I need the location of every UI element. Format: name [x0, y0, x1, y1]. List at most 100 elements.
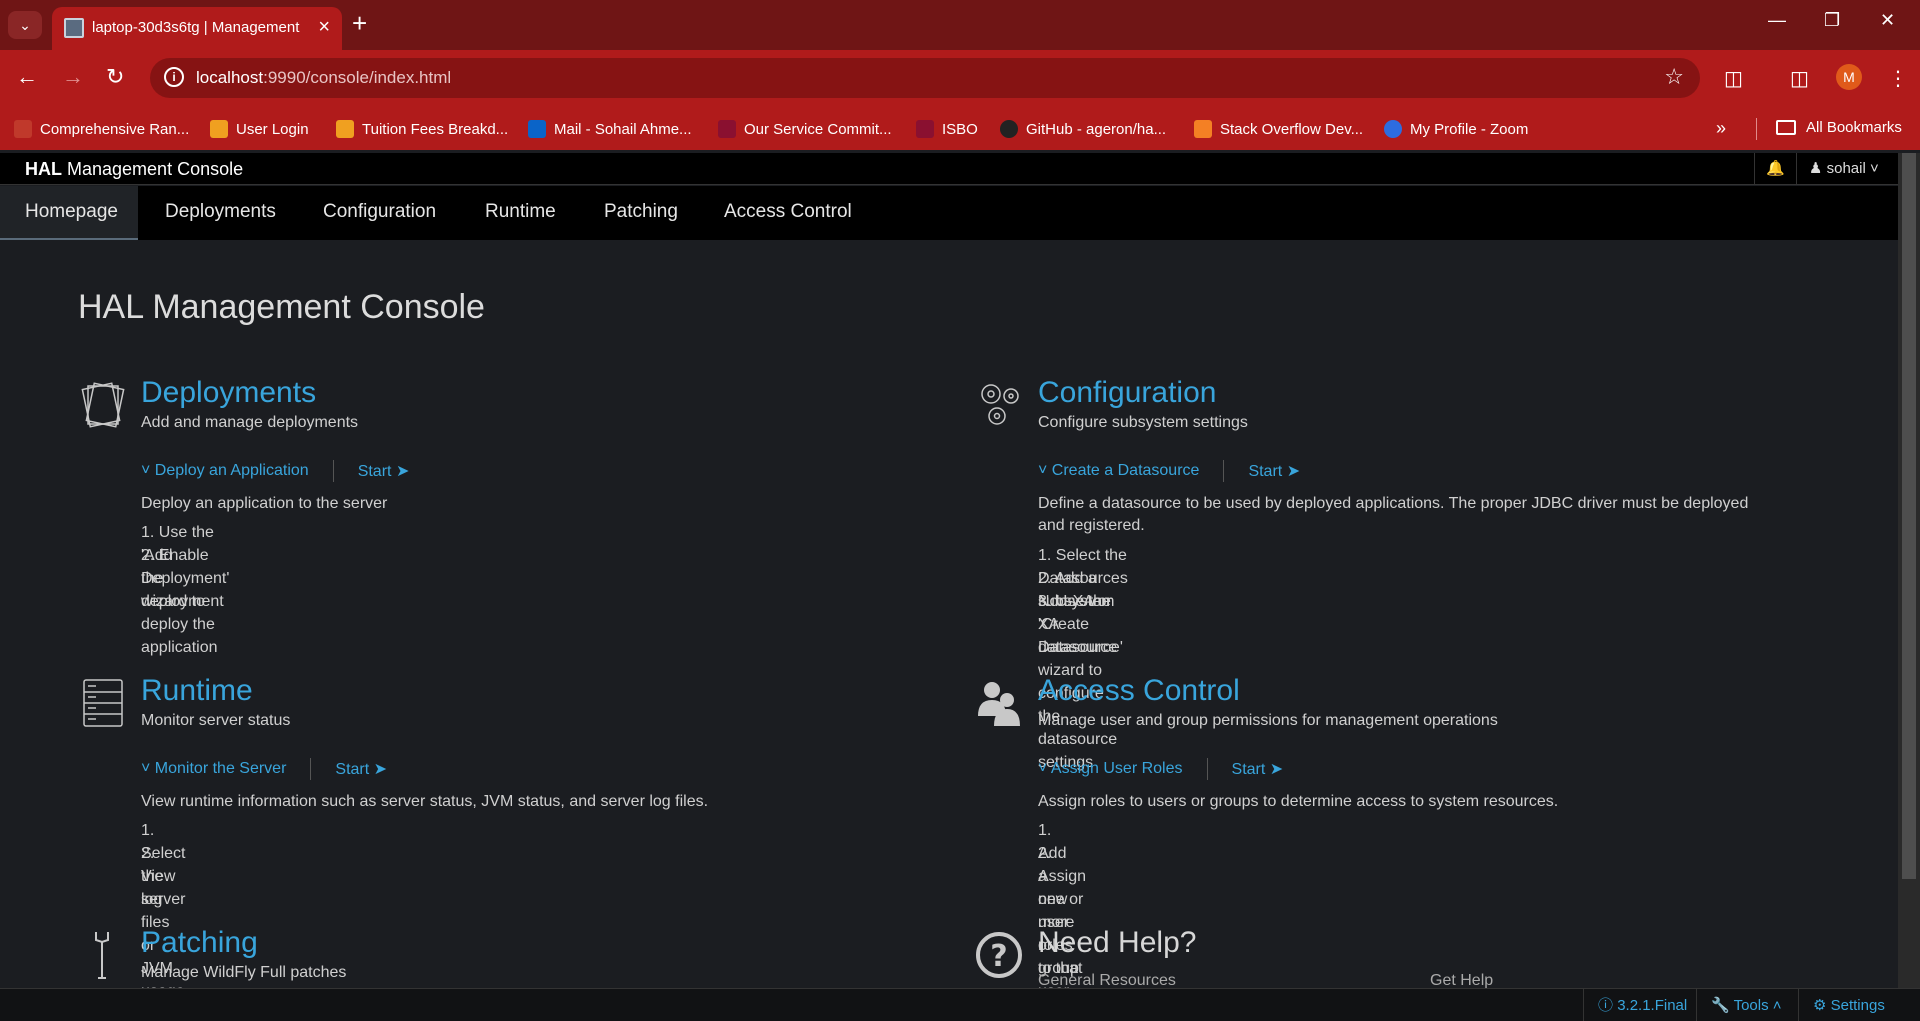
users-icon: [978, 682, 1020, 726]
tab-deployments[interactable]: Deployments: [165, 186, 276, 240]
card-links: ˅ Monitor the Server Start ➤: [141, 758, 387, 780]
browser-toolbar: ← → ↻ i localhost:9990/console/index.htm…: [0, 50, 1920, 108]
help-get-help: Get Help: [1430, 972, 1494, 988]
card-title[interactable]: Configuration: [1038, 376, 1216, 410]
card-links: ˅ Create a Datasource Start ➤: [1038, 460, 1300, 482]
tab-access-control[interactable]: Access Control: [724, 186, 852, 240]
window-close-icon[interactable]: ✕: [1880, 10, 1895, 31]
tab-runtime[interactable]: Runtime: [485, 186, 556, 240]
gears-icon: ⚙: [1813, 997, 1827, 1014]
side-panel-icon[interactable]: ◫: [1790, 66, 1809, 91]
bookmark-favicon-icon: [14, 120, 32, 138]
tools-menu[interactable]: 🔧 Tools ˄: [1696, 989, 1782, 1021]
settings-link[interactable]: ⚙ Settings: [1798, 989, 1885, 1021]
address-bar[interactable]: i localhost:9990/console/index.html ☆: [150, 58, 1700, 98]
monitor-server-toggle[interactable]: ˅ Monitor the Server: [141, 760, 286, 778]
bookmark-favicon-icon: [528, 120, 546, 138]
folder-icon: [1776, 120, 1796, 135]
card-subtitle: Monitor server status: [141, 712, 291, 729]
bookmark-favicon-icon: [336, 120, 354, 138]
user-menu[interactable]: ♟ sohail ˅: [1796, 153, 1898, 185]
card-title[interactable]: Access Control: [1038, 674, 1240, 708]
link-divider: [332, 460, 334, 482]
link-divider: [310, 758, 312, 780]
tab-patching[interactable]: Patching: [604, 186, 678, 240]
user-icon: ♟: [1809, 160, 1823, 177]
hal-brand[interactable]: HAL Management Console: [25, 159, 243, 180]
tab-close-icon[interactable]: ×: [318, 16, 330, 39]
card-links: ˅ Deploy an Application Start ➤: [141, 460, 409, 482]
card-subtitle: Configure subsystem settings: [1038, 414, 1248, 431]
back-icon[interactable]: ←: [16, 64, 38, 90]
server-icon: [83, 679, 123, 727]
bookmark-favicon-icon: [718, 120, 736, 138]
bookmark-item[interactable]: Our Service Commit...: [718, 118, 892, 140]
card-title[interactable]: Runtime: [141, 674, 253, 708]
start-link[interactable]: Start ➤: [335, 759, 387, 779]
start-link[interactable]: Start ➤: [1232, 759, 1284, 779]
start-link[interactable]: Start ➤: [358, 461, 410, 481]
minimize-icon[interactable]: —: [1768, 10, 1786, 31]
link-divider: [1206, 758, 1208, 780]
extensions-icon[interactable]: ◫: [1724, 66, 1743, 91]
tab-search-button[interactable]: ⌄: [8, 11, 42, 39]
bookmark-item[interactable]: My Profile - Zoom: [1384, 118, 1528, 140]
all-bookmarks-button[interactable]: All Bookmarks: [1776, 119, 1902, 136]
chevron-down-icon: ˅: [141, 462, 151, 479]
card-step: 2. Enable the deployment: [141, 547, 224, 610]
page-scrollbar[interactable]: [1898, 153, 1920, 988]
reload-icon[interactable]: ↻: [106, 64, 124, 90]
chevron-down-icon: ˅: [1038, 760, 1048, 777]
arrow-circle-right-icon: ➤: [395, 463, 410, 480]
github-icon: [1000, 120, 1018, 138]
chevron-up-icon: ˄: [1772, 997, 1782, 1014]
bookmarks-divider: [1756, 118, 1757, 140]
bookmark-star-icon[interactable]: ☆: [1664, 64, 1684, 90]
bookmark-item[interactable]: Stack Overflow Dev...: [1194, 118, 1363, 140]
start-link[interactable]: Start ➤: [1248, 461, 1300, 481]
card-title: Need Help?: [1038, 926, 1197, 959]
deploy-application-toggle[interactable]: ˅ Deploy an Application: [141, 462, 309, 480]
browser-tab-active[interactable]: laptop-30d3s6tg | Management ×: [52, 7, 342, 50]
bookmark-item[interactable]: Tuition Fees Breakd...: [336, 118, 508, 140]
new-tab-button[interactable]: +: [352, 8, 367, 39]
bookmark-item[interactable]: Mail - Sohail Ahme...: [528, 118, 692, 140]
bookmark-item[interactable]: Comprehensive Ran...: [14, 118, 189, 140]
bookmark-item[interactable]: ISBO: [916, 118, 978, 140]
card-subtitle: Manage WildFly Full patches: [141, 964, 347, 981]
hal-footer: ⓘ 3.2.1.Final 🔧 Tools ˄ ⚙ Settings: [0, 988, 1920, 1021]
bookmark-item[interactable]: GitHub - ageron/ha...: [1000, 118, 1166, 140]
forward-icon[interactable]: →: [62, 64, 84, 90]
bookmarks-overflow-icon[interactable]: »: [1716, 118, 1726, 139]
browser-tabstrip: ⌄ laptop-30d3s6tg | Management × + — ❐ ✕: [0, 0, 1920, 50]
bookmark-favicon-icon: [916, 120, 934, 138]
bell-icon[interactable]: 🔔: [1754, 153, 1796, 185]
deployments-icon: [81, 382, 125, 428]
card-description: View runtime information such as server …: [141, 793, 709, 810]
card-description: Deploy an application to the server: [141, 495, 388, 512]
restore-icon[interactable]: ❐: [1824, 10, 1840, 31]
bookmark-item[interactable]: User Login: [210, 118, 309, 140]
menu-kebab-icon[interactable]: ⋮: [1888, 66, 1908, 91]
arrow-circle-right-icon: ➤: [1269, 761, 1284, 778]
stackoverflow-icon: [1194, 120, 1212, 138]
card-title[interactable]: Deployments: [141, 376, 316, 410]
info-circle-icon: ⓘ: [1598, 997, 1614, 1014]
card-title[interactable]: Patching: [141, 926, 258, 960]
hal-header: HAL Management Console 🔔 ♟ sohail ˅: [0, 153, 1898, 185]
zoom-icon: [1384, 120, 1402, 138]
url-text[interactable]: localhost:9990/console/index.html: [196, 68, 451, 88]
help-general-resources: General Resources: [1038, 972, 1176, 988]
tab-configuration[interactable]: Configuration: [323, 186, 436, 240]
site-info-icon[interactable]: i: [164, 67, 184, 87]
profile-avatar[interactable]: M: [1836, 64, 1862, 90]
tab-homepage[interactable]: Homepage: [0, 186, 138, 240]
create-datasource-toggle[interactable]: ˅ Create a Datasource: [1038, 462, 1199, 480]
svg-text:?: ?: [990, 939, 1007, 974]
card-links: ˅ Assign User Roles Start ➤: [1038, 758, 1283, 780]
version-link[interactable]: ⓘ 3.2.1.Final: [1583, 989, 1687, 1021]
scrollbar-thumb[interactable]: [1902, 153, 1916, 879]
assign-user-roles-toggle[interactable]: ˅ Assign User Roles: [1038, 760, 1183, 778]
page-title: HAL Management Console: [78, 288, 485, 326]
card-description: Assign roles to users or groups to deter…: [1038, 793, 1559, 810]
